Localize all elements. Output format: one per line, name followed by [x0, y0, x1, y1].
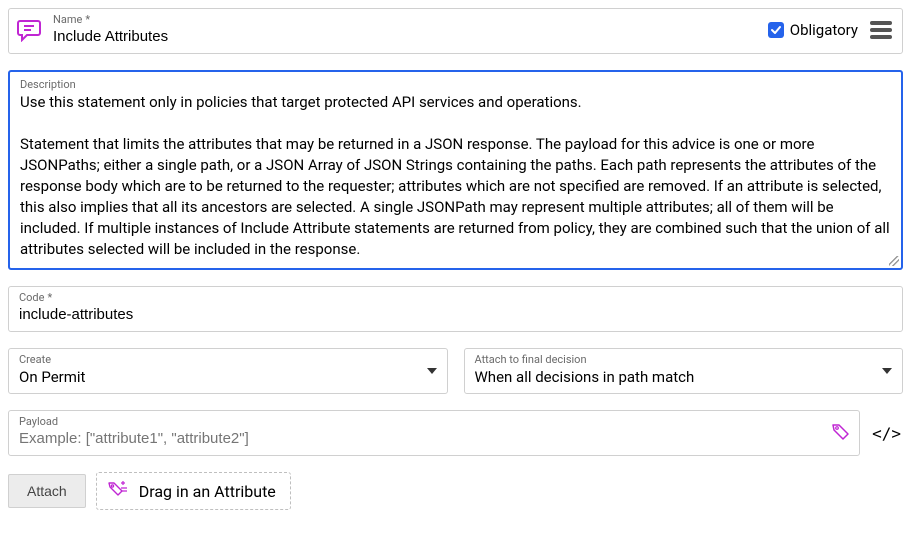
description-textarea[interactable]: Use this statement only in policies that…: [20, 92, 891, 260]
payload-input[interactable]: [19, 429, 849, 449]
chevron-down-icon: [427, 368, 437, 374]
payload-label: Payload: [19, 415, 849, 429]
drag-attribute-target[interactable]: Drag in an Attribute: [96, 472, 291, 510]
payload-row: Payload </>: [8, 410, 903, 456]
description-label: Description: [20, 78, 891, 92]
name-input[interactable]: [53, 27, 758, 47]
drag-attribute-icon: [107, 479, 129, 503]
attach-button[interactable]: Attach: [8, 474, 86, 508]
payload-field: Payload: [8, 410, 860, 456]
description-field: Description Use this statement only in p…: [8, 70, 903, 270]
attach-decision-value: When all decisions in path match: [475, 367, 893, 387]
name-row: Name* Obligatory: [8, 8, 903, 54]
code-label: Code*: [19, 291, 892, 305]
name-field-block: Name*: [53, 13, 758, 47]
menu-icon[interactable]: [868, 19, 894, 41]
create-select[interactable]: Create On Permit: [8, 348, 448, 394]
attach-decision-select[interactable]: Attach to final decision When all decisi…: [464, 348, 904, 394]
tag-icon[interactable]: [831, 421, 851, 445]
drag-attribute-label: Drag in an Attribute: [139, 482, 276, 501]
obligatory-label: Obligatory: [790, 21, 858, 39]
attach-decision-label: Attach to final decision: [475, 353, 893, 367]
code-field: Code*: [8, 286, 903, 332]
name-label: Name*: [53, 13, 758, 27]
create-value: On Permit: [19, 367, 437, 387]
code-toggle-icon[interactable]: </>: [870, 424, 903, 443]
code-input[interactable]: [19, 305, 892, 325]
speech-bubble-icon: [17, 18, 43, 42]
chevron-down-icon: [882, 368, 892, 374]
obligatory-checkbox[interactable]: Obligatory: [768, 21, 858, 39]
create-label: Create: [19, 353, 437, 367]
attach-row: Attach Drag in an Attribute: [8, 472, 903, 510]
resize-handle-icon[interactable]: [889, 256, 899, 266]
create-attach-row: Create On Permit Attach to final decisio…: [8, 348, 903, 394]
checkbox-checked-icon: [768, 22, 784, 38]
